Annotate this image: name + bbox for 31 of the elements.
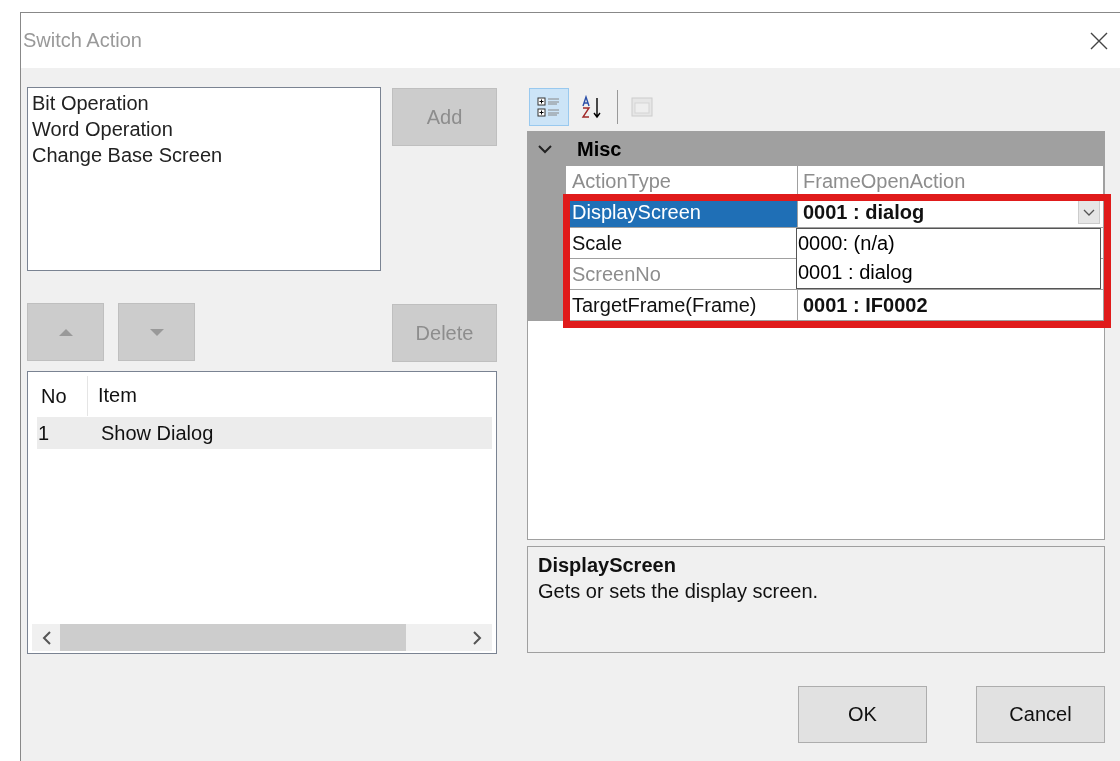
scroll-left-icon [42, 630, 52, 645]
action-type-item[interactable]: Bit Operation [32, 90, 376, 116]
scrollbar-thumb[interactable] [60, 624, 406, 651]
up-triangle-icon [58, 328, 73, 336]
dropdown-option[interactable]: 0000: (n/a) [797, 229, 1100, 258]
column-header[interactable]: No [32, 375, 88, 416]
action-type-item[interactable]: Word Operation [32, 116, 376, 142]
description-text: Gets or sets the display screen. [538, 579, 820, 604]
list-cell: Show Dialog [101, 421, 214, 445]
category-name: Misc [577, 137, 622, 161]
window-title: Switch Action [23, 28, 142, 52]
category-row[interactable]: Misc [528, 132, 1104, 166]
column-header[interactable]: Item [88, 384, 137, 407]
list-row[interactable]: 1 Show Dialog [37, 417, 492, 449]
dropdown-option[interactable]: 0001 : dialog [797, 258, 1100, 287]
down-triangle-icon [149, 328, 164, 336]
close-icon [1090, 31, 1108, 50]
dropdown-button[interactable] [1078, 200, 1100, 224]
description-title: DisplayScreen [538, 553, 677, 578]
categorized-button[interactable] [529, 88, 569, 126]
ok-button[interactable]: OK [798, 686, 927, 743]
chevron-down-icon [1083, 208, 1095, 216]
scroll-right-icon [472, 630, 482, 645]
horizontal-scrollbar[interactable] [32, 624, 492, 651]
list-cell-text: 1 [37, 421, 51, 445]
categorized-icon [537, 95, 561, 119]
action-type-item[interactable]: Change Base Screen [32, 142, 376, 168]
property-pages-icon [630, 95, 654, 119]
close-button[interactable] [1090, 31, 1108, 50]
cancel-button[interactable]: Cancel [976, 686, 1105, 743]
chevron-down-icon [538, 144, 552, 154]
